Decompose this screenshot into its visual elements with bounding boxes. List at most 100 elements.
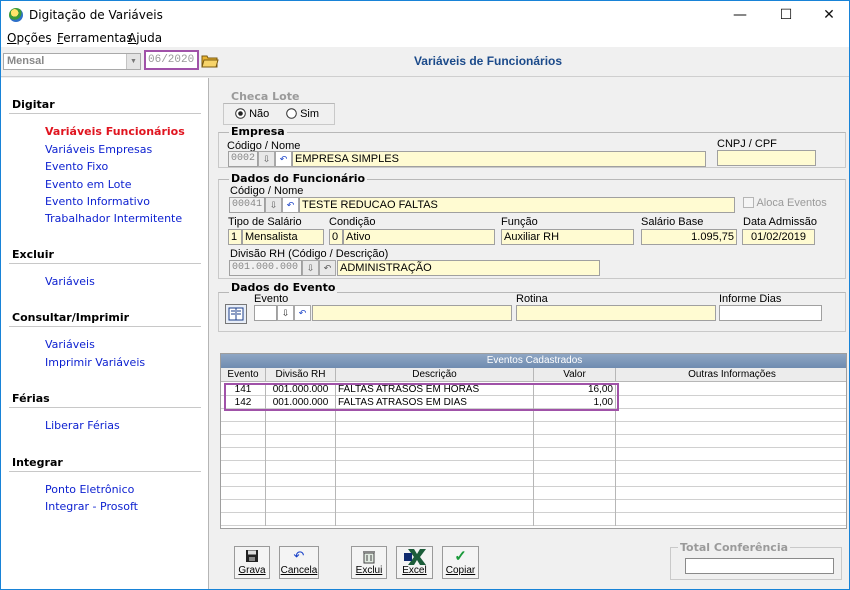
divider bbox=[9, 326, 201, 327]
cell-descricao bbox=[336, 448, 534, 461]
col-divisao[interactable]: Divisão RH bbox=[266, 368, 336, 382]
nav-variaveis-empresas[interactable]: Variáveis Empresas bbox=[45, 143, 152, 156]
cell-divisao bbox=[266, 513, 336, 526]
copiar-button[interactable]: ✓ Copiar bbox=[442, 546, 479, 579]
cell-descricao bbox=[336, 435, 534, 448]
nav-evento-informativo[interactable]: Evento Informativo bbox=[45, 195, 150, 208]
nav-integrar-prosoft[interactable]: Integrar - Prosoft bbox=[45, 500, 138, 513]
aloca-eventos-checkbox[interactable]: Aloca Eventos bbox=[743, 197, 827, 209]
empresa-name-field[interactable]: EMPRESA SIMPLES bbox=[292, 151, 706, 167]
rotina-field bbox=[516, 305, 716, 321]
download-icon[interactable]: ⇩ bbox=[258, 151, 275, 167]
nav-liberar-ferias[interactable]: Liberar Férias bbox=[45, 419, 120, 432]
page-title: Variáveis de Funcionários bbox=[413, 54, 563, 68]
checkmark-icon: ✓ bbox=[454, 548, 467, 565]
func-code-label: Código / Nome bbox=[230, 185, 304, 197]
table-row[interactable] bbox=[221, 474, 846, 487]
download-icon[interactable]: ⇩ bbox=[265, 197, 282, 213]
table-row[interactable] bbox=[221, 461, 846, 474]
informe-dias-label: Informe Dias bbox=[719, 293, 782, 305]
menu-ajuda[interactable]: Ajuda bbox=[128, 31, 162, 45]
download-icon[interactable]: ⇩ bbox=[277, 305, 294, 321]
radio-sim[interactable]: Sim bbox=[286, 108, 319, 120]
exclui-button[interactable]: Exclui bbox=[351, 546, 387, 579]
empresa-title: Empresa bbox=[229, 125, 287, 138]
folder-open-icon[interactable] bbox=[201, 52, 219, 69]
table-row[interactable] bbox=[221, 422, 846, 435]
data-admissao-label: Data Admissão bbox=[743, 216, 817, 228]
grava-button[interactable]: Grava bbox=[234, 546, 270, 579]
table-row[interactable] bbox=[221, 487, 846, 500]
table-row[interactable] bbox=[221, 500, 846, 513]
cell-valor bbox=[534, 487, 616, 500]
evento-desc-field bbox=[312, 305, 512, 321]
cell-outras bbox=[616, 500, 846, 513]
empresa-code-field[interactable]: 0002 bbox=[228, 151, 258, 167]
table-row[interactable] bbox=[221, 448, 846, 461]
cell-outras bbox=[616, 396, 846, 409]
cell-evento bbox=[221, 448, 266, 461]
cell-evento bbox=[221, 487, 266, 500]
nav-ponto-eletronico[interactable]: Ponto Eletrônico bbox=[45, 483, 134, 496]
col-valor[interactable]: Valor bbox=[534, 368, 616, 382]
period-select[interactable]: Mensal ▼ bbox=[3, 53, 141, 70]
salario-base-label: Salário Base bbox=[641, 216, 704, 228]
tipo-salario-code[interactable]: 1 bbox=[228, 229, 242, 245]
section-digitar: Digitar bbox=[12, 98, 55, 111]
events-grid[interactable]: Eventos Cadastrados Evento Divisão RH De… bbox=[220, 353, 847, 529]
total-conferencia-field bbox=[685, 558, 834, 574]
menu-opcoes[interactable]: Opções bbox=[7, 31, 52, 45]
table-row[interactable] bbox=[221, 513, 846, 526]
competence-field[interactable]: 06/2020 bbox=[144, 50, 199, 70]
col-outras[interactable]: Outras Informações bbox=[616, 368, 846, 382]
save-icon bbox=[235, 549, 269, 565]
cell-divisao bbox=[266, 461, 336, 474]
divider bbox=[9, 407, 201, 408]
chevron-down-icon[interactable]: ▼ bbox=[126, 54, 140, 69]
app-window: Digitação de Variáveis — ☐ ✕ Opções Ferr… bbox=[0, 0, 850, 590]
nav-evento-em-lote[interactable]: Evento em Lote bbox=[45, 178, 131, 191]
minimize-button[interactable]: — bbox=[717, 1, 763, 30]
funcao-field: Auxiliar RH bbox=[501, 229, 634, 245]
maximize-button[interactable]: ☐ bbox=[763, 1, 809, 30]
book-icon[interactable] bbox=[225, 304, 247, 324]
condicao-code[interactable]: 0 bbox=[329, 229, 343, 245]
radio-unchecked-icon bbox=[286, 108, 297, 119]
cancela-button[interactable]: ↶ Cancela bbox=[279, 546, 319, 579]
cell-outras bbox=[616, 409, 846, 422]
func-code-field[interactable]: 00041 bbox=[229, 197, 265, 213]
menu-ferramentas[interactable]: Ferramentas bbox=[57, 31, 133, 45]
nav-trabalhador-intermitente[interactable]: Trabalhador Intermitente bbox=[45, 212, 182, 225]
section-consultar: Consultar/Imprimir bbox=[12, 311, 130, 324]
download-icon[interactable]: ⇩ bbox=[302, 260, 319, 276]
nav-evento-fixo[interactable]: Evento Fixo bbox=[45, 160, 108, 173]
sidebar: Digitar Variáveis Funcionários Variáveis… bbox=[1, 78, 209, 589]
tipo-salario-label: Tipo de Salário bbox=[228, 216, 302, 228]
informe-dias-field[interactable] bbox=[719, 305, 822, 321]
nav-consultar-variaveis[interactable]: Variáveis bbox=[45, 338, 95, 351]
cell-outras bbox=[616, 448, 846, 461]
col-evento[interactable]: Evento bbox=[221, 368, 266, 382]
excel-button[interactable]: Excel bbox=[396, 546, 433, 579]
nav-excluir-variaveis[interactable]: Variáveis bbox=[45, 275, 95, 288]
divisao-code-field[interactable]: 001.000.000 bbox=[229, 260, 302, 276]
cell-descricao bbox=[336, 487, 534, 500]
cell-descricao bbox=[336, 500, 534, 513]
evento-code-field[interactable] bbox=[254, 305, 277, 321]
undo-icon[interactable]: ↶ bbox=[275, 151, 292, 167]
nav-imprimir-variaveis[interactable]: Imprimir Variáveis bbox=[45, 356, 145, 369]
undo-icon[interactable]: ↶ bbox=[319, 260, 336, 276]
cnpj-field[interactable] bbox=[717, 150, 816, 166]
cell-divisao bbox=[266, 448, 336, 461]
main-panel: Checa Lote Não Sim Empresa Código / Nome… bbox=[210, 78, 849, 589]
tipo-salario-desc: Mensalista bbox=[242, 229, 324, 245]
undo-icon[interactable]: ↶ bbox=[282, 197, 299, 213]
radio-nao[interactable]: Não bbox=[235, 108, 269, 120]
undo-icon[interactable]: ↶ bbox=[294, 305, 311, 321]
close-button[interactable]: ✕ bbox=[806, 1, 849, 30]
table-row[interactable] bbox=[221, 435, 846, 448]
func-name-field[interactable]: TESTE REDUCAO FALTAS bbox=[299, 197, 735, 213]
col-descricao[interactable]: Descrição bbox=[336, 368, 534, 382]
nav-variaveis-funcionarios[interactable]: Variáveis Funcionários bbox=[45, 125, 185, 138]
cell-valor bbox=[534, 513, 616, 526]
